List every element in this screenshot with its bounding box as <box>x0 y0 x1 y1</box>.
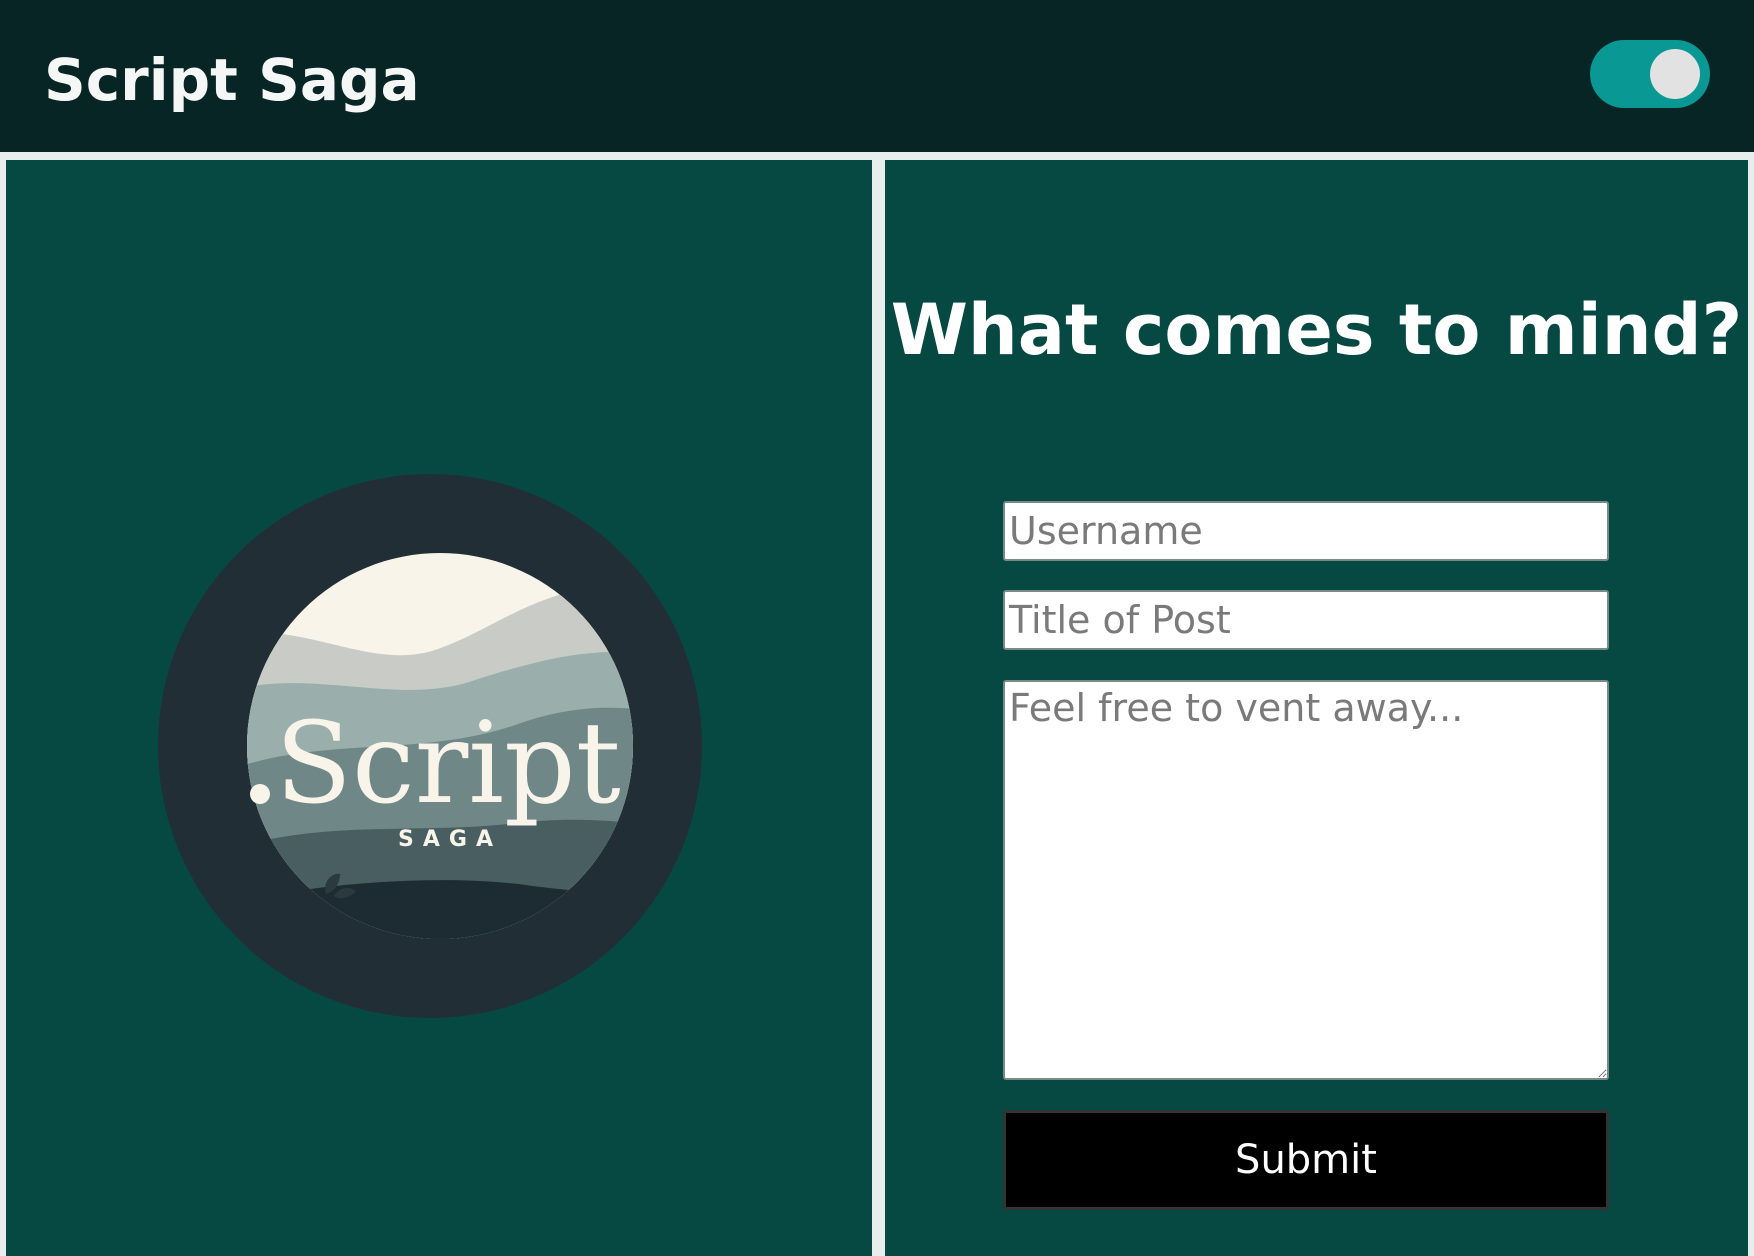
theme-toggle[interactable] <box>1590 40 1710 108</box>
post-body-textarea[interactable] <box>1003 680 1609 1080</box>
post-form-panel: What comes to mind? Submit <box>885 160 1748 1256</box>
submit-button[interactable]: Submit <box>1003 1110 1609 1210</box>
toggle-knob <box>1650 49 1700 99</box>
site-header: Script Saga <box>0 0 1754 152</box>
logo-subtitle: SAGA <box>398 827 502 852</box>
script-saga-logo: Script SAGA <box>158 474 702 1018</box>
post-title-input[interactable] <box>1003 590 1609 650</box>
form-heading: What comes to mind? <box>890 289 1743 371</box>
username-input[interactable] <box>1003 501 1609 561</box>
site-title: Script Saga <box>44 46 420 114</box>
logo-wordmark: Script <box>275 699 621 829</box>
logo-panel: Script SAGA <box>6 160 872 1256</box>
